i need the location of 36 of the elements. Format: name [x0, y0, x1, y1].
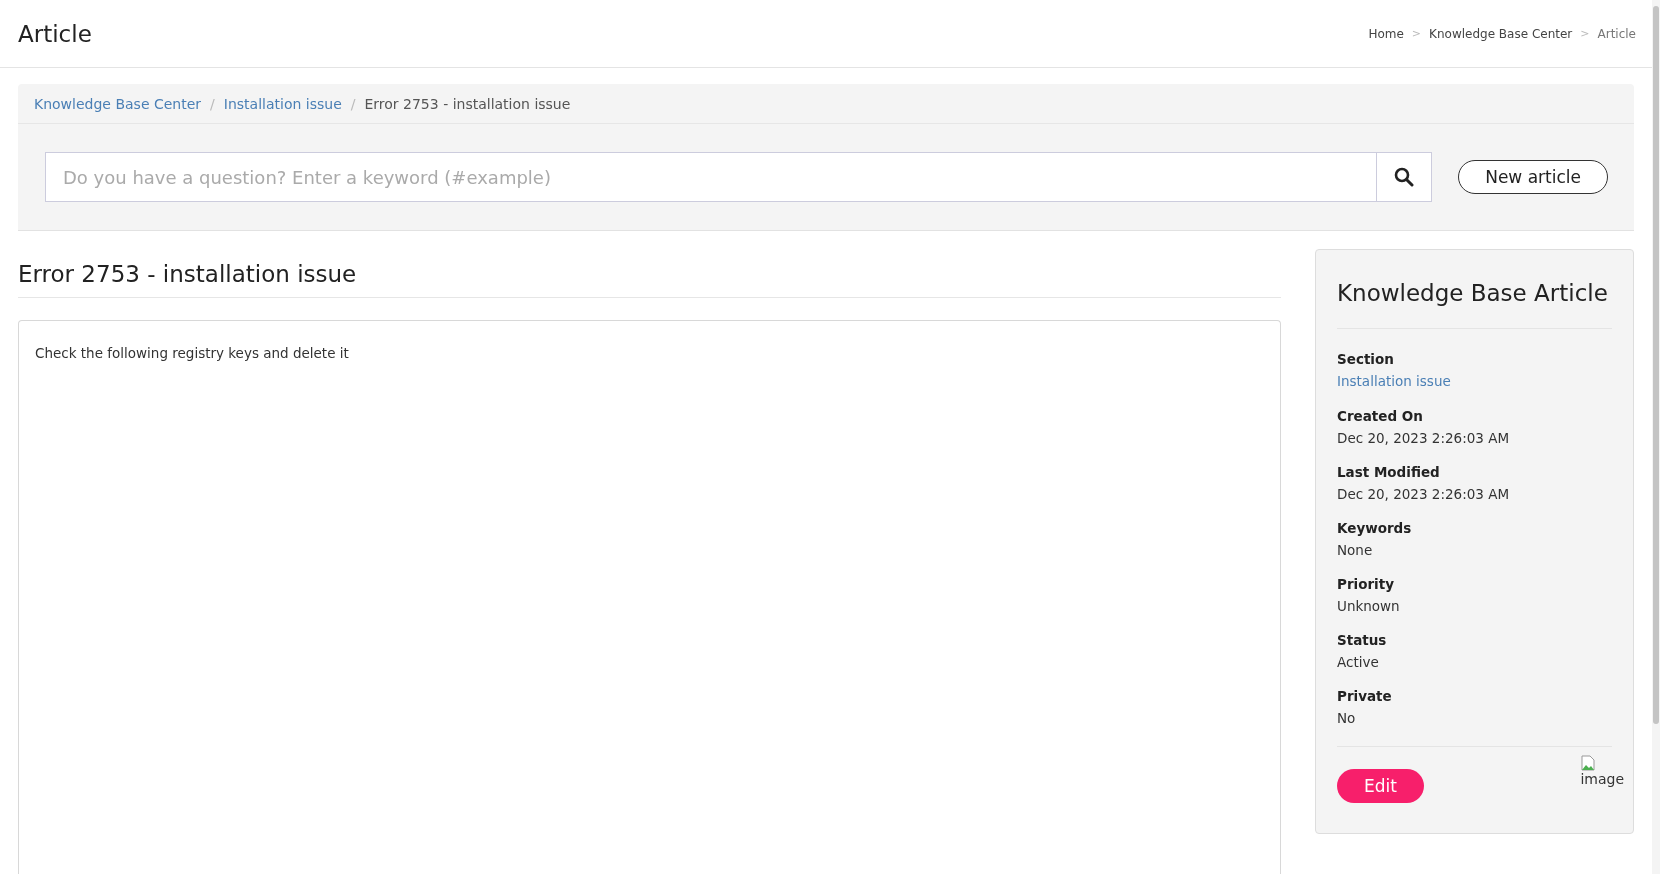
breadcrumb-link[interactable]: Knowledge Base Center	[34, 95, 202, 112]
breadcrumb-link[interactable]: Article	[1597, 26, 1636, 41]
image-alt-text: image	[1580, 771, 1624, 787]
field-label: Status	[1337, 632, 1388, 648]
panel-title: Knowledge Base Article	[1337, 280, 1612, 329]
field-label: Keywords	[1337, 520, 1413, 536]
new-article-button[interactable]: New article	[1458, 160, 1608, 194]
breadcrumb-separator: >	[1411, 27, 1422, 40]
broken-image-icon	[1580, 755, 1597, 771]
field-label: Created On	[1337, 408, 1424, 424]
search-button[interactable]	[1376, 152, 1433, 202]
field-value: None	[1337, 542, 1374, 558]
breadcrumb-current: Error 2753 - installation issue	[364, 95, 571, 112]
breadcrumb-link[interactable]: Installation issue	[223, 95, 342, 112]
breadcrumb-separator: /	[210, 95, 215, 112]
field-label: Priority	[1337, 576, 1395, 592]
search-icon	[1394, 167, 1415, 187]
field-value: Unknown	[1337, 598, 1401, 614]
breadcrumb-link[interactable]: Home	[1368, 26, 1404, 41]
field-value: Dec 20, 2023 2:26:03 AM	[1337, 430, 1511, 446]
field-label: Section	[1337, 351, 1395, 367]
field-value: Dec 20, 2023 2:26:03 AM	[1337, 486, 1511, 502]
edit-button[interactable]: Edit	[1337, 769, 1424, 803]
breadcrumb-separator: >	[1580, 27, 1590, 40]
article-title: Error 2753 - installation issue	[18, 249, 1281, 298]
search-field[interactable]: Do you have a question? Enter a keyword (#example)	[45, 152, 1377, 202]
field-link[interactable]: Installation issue	[1337, 373, 1451, 389]
breadcrumb-link[interactable]: Knowledge Base Center	[1429, 26, 1573, 41]
article-text: Check the following registry keys and delete it	[35, 345, 350, 361]
field-value: Active	[1337, 654, 1380, 670]
scrollbar-thumb[interactable]	[1653, 6, 1659, 724]
field-label: Last Modified	[1337, 464, 1441, 480]
field-value: No	[1337, 710, 1357, 726]
breadcrumb-separator: /	[350, 95, 356, 112]
page-title: Article	[18, 20, 92, 47]
field-label: Private	[1337, 688, 1393, 704]
